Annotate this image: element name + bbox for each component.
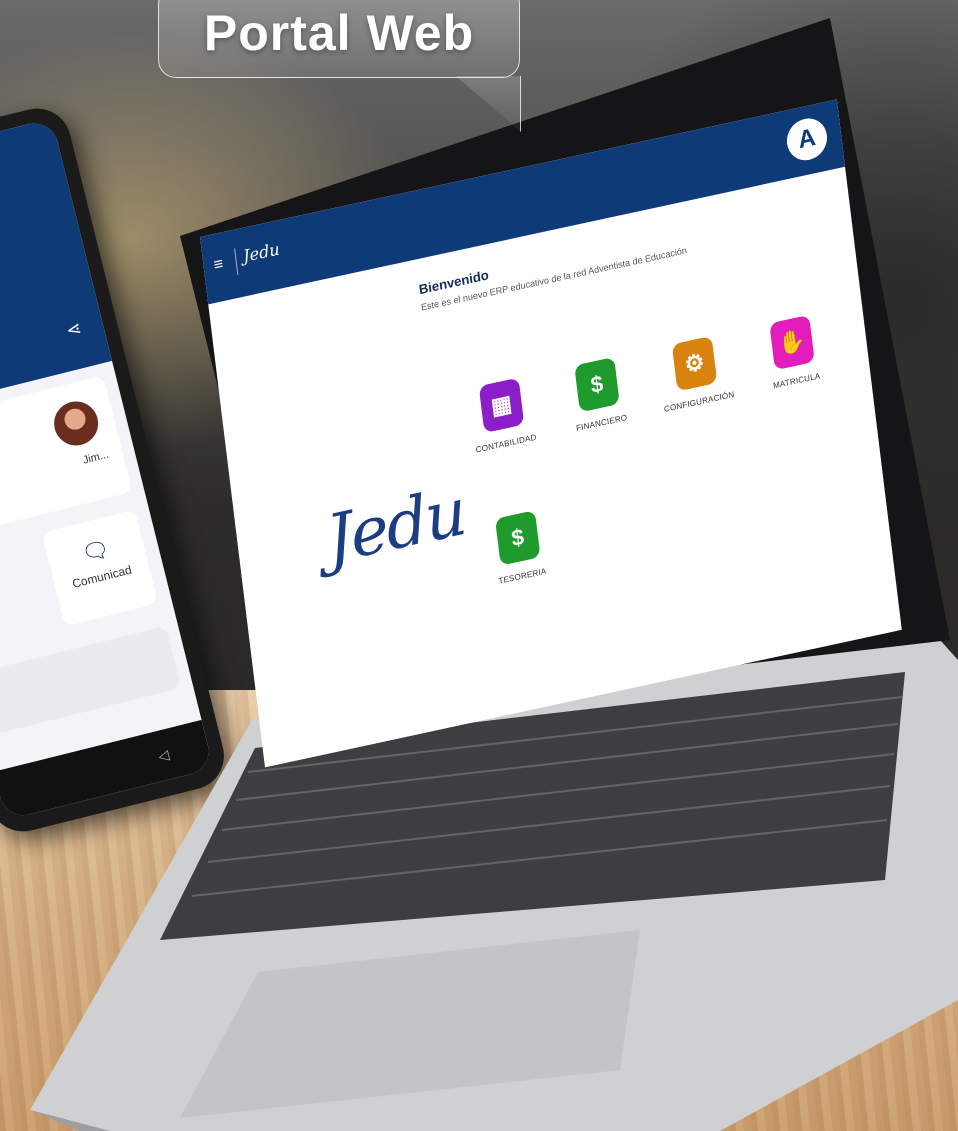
module-contabilidad[interactable]: ▦ CONTABILIDAD — [454, 372, 552, 458]
handshake-icon: ✋ — [769, 314, 815, 371]
module-matricula[interactable]: ✋ MATRICULA — [744, 309, 842, 395]
calculator-icon: ▦ — [478, 377, 525, 434]
dollar-icon: $ — [574, 356, 620, 413]
module-label: CONFIGURACIÓN — [663, 389, 735, 415]
hamburger-menu-icon[interactable]: ≡ — [213, 255, 225, 275]
dollar-icon: $ — [494, 510, 541, 566]
gears-icon: ⚙ — [671, 335, 718, 392]
module-label: CONTABILIDAD — [475, 432, 538, 455]
brand-logo: Jedu — [322, 474, 469, 580]
module-label: TESORERIA — [497, 566, 547, 586]
module-financiero[interactable]: $ FINANCIERO — [549, 352, 647, 438]
user-avatar[interactable]: A — [784, 114, 830, 165]
module-label: FINANCIERO — [575, 412, 628, 434]
callout-title: Portal Web — [203, 5, 475, 61]
module-configuracion[interactable]: ⚙ CONFIGURACIÓN — [647, 330, 745, 416]
module-label: MATRICULA — [772, 371, 821, 391]
module-tesoreria[interactable]: $ TESORERIA — [470, 505, 568, 591]
topbar-logo[interactable]: Jedu — [242, 239, 281, 266]
topbar-divider — [234, 248, 239, 275]
